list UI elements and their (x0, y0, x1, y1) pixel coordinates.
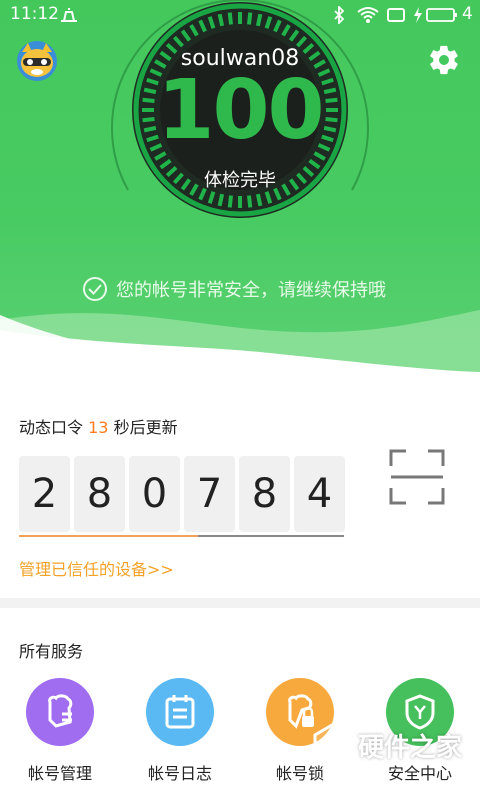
token-countdown: 13 (88, 418, 109, 437)
service-label: 帐号管理 (27, 764, 92, 783)
account-manage-icon (26, 678, 94, 746)
watermark: 硬件之家 (312, 715, 480, 775)
token-digit: 2 (19, 456, 70, 532)
token-digit: 8 (239, 456, 290, 532)
account-log-icon (146, 678, 214, 746)
status-time: 11:12 (10, 4, 59, 24)
service-label: 帐号日志 (147, 764, 212, 783)
service-account-manage[interactable]: 帐号管理 (0, 678, 120, 784)
services-title: 所有服务 (19, 642, 84, 661)
token-progress-bar (19, 535, 344, 537)
settings-gear-icon[interactable] (427, 43, 461, 77)
token-digit: 0 (129, 456, 180, 532)
scan-qr-icon[interactable] (388, 448, 446, 506)
checkup-status: 体检完毕 (204, 170, 276, 191)
token-title: 动态口令 13 秒后更新 (19, 414, 178, 438)
check-circle-icon (83, 277, 107, 301)
battery-icon (426, 8, 457, 22)
app-screen: 11:12 4 soulwan08 100 体检完毕 您的帐号非常安全，请继续保… (0, 0, 480, 800)
token-title-prefix: 动态口令 (19, 418, 84, 437)
notification-icon (61, 8, 77, 22)
header-wave (0, 310, 480, 380)
watermark-logo-icon (313, 723, 351, 767)
token-digit: 8 (74, 456, 125, 532)
token-title-suffix: 秒后更新 (113, 418, 178, 437)
battery-level: 4 (462, 4, 473, 24)
token-digit: 4 (294, 456, 345, 532)
manage-trusted-devices-link[interactable]: 管理已信任的设备>> (19, 556, 174, 580)
token-digit: 7 (184, 456, 235, 532)
section-divider (0, 598, 480, 608)
screen-icon (387, 8, 405, 22)
avatar[interactable] (16, 40, 58, 82)
security-score: 100 (157, 63, 324, 158)
service-account-log[interactable]: 帐号日志 (120, 678, 240, 784)
safety-message: 您的帐号非常安全，请继续保持哦 (82, 275, 386, 303)
safety-message-text: 您的帐号非常安全，请继续保持哦 (116, 280, 386, 301)
token-digits: 2 8 0 7 8 4 (19, 456, 349, 532)
token-progress-fill (19, 535, 198, 537)
watermark-text: 硬件之家 (358, 732, 463, 763)
charging-icon (414, 7, 422, 23)
